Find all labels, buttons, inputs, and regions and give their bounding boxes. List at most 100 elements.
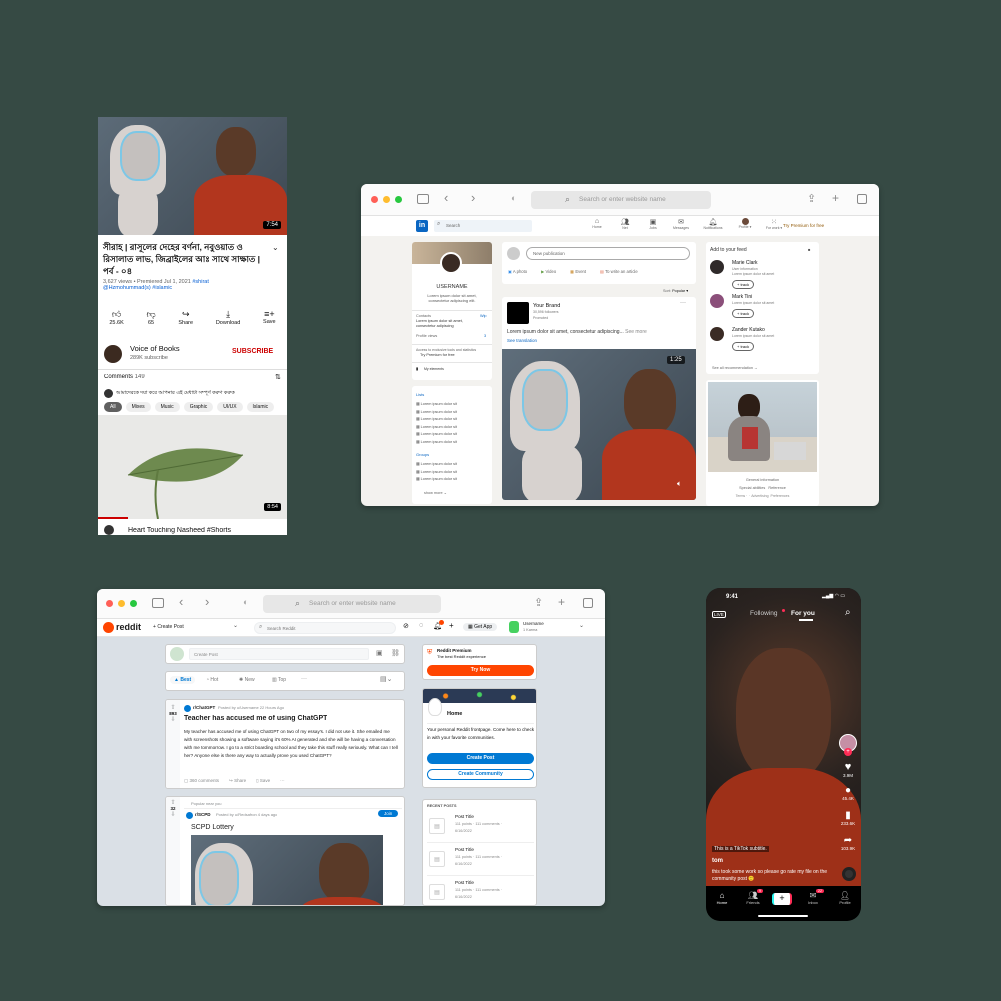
track-button[interactable]: + track [732,280,755,289]
username[interactable]: Username [523,621,544,626]
group-item[interactable]: ▦ Lorem ipsum dolor sit [416,469,457,477]
feed-avatar[interactable] [710,260,724,274]
feed-name[interactable]: Mark Tini [732,294,752,300]
save-button[interactable]: ▮ 233.6K [837,810,859,826]
share-button[interactable]: ➦ 103.9K [837,835,859,851]
share-button[interactable]: ↪ Share [229,778,246,784]
see-all-link[interactable]: See all recommendation → [712,366,758,370]
sidebar-icon[interactable] [417,194,429,204]
list-item[interactable]: ▦ Lorem ipsum dolor sit [416,401,457,409]
group-item[interactable]: ▦ Lorem ipsum dolor sit [416,476,457,484]
profile-username[interactable]: USERNAME [412,284,492,290]
community-name[interactable]: r/SCPD [195,812,211,817]
photo-button[interactable]: ▣ A photo [508,269,527,274]
feed-avatar[interactable] [710,327,724,341]
link-icon[interactable]: ⛓︎ [391,649,400,657]
nav-network[interactable]: 👥︎ Net [616,218,634,230]
chip-uiux[interactable]: UI/UX [217,402,243,412]
tabs-icon[interactable] [857,194,867,204]
contacts-label[interactable]: Contacts [416,314,431,318]
linkedin-logo[interactable]: in [416,220,428,232]
chevron-down-icon[interactable]: ⌄ [579,622,584,629]
close-window-button[interactable] [106,600,113,607]
comments-button[interactable]: ▢ 360 comments [184,778,219,784]
minimize-window-button[interactable] [118,600,125,607]
more-options-icon[interactable]: ··· [680,300,686,306]
address-bar[interactable]: ⌕ Search or enter website name [263,595,441,613]
try-now-button[interactable]: Try Now [427,665,534,676]
list-item[interactable]: ▦ Lorem ipsum dolor sit [416,431,457,439]
article-button[interactable]: ▤ To write an article [600,269,638,274]
user-avatar[interactable] [509,621,519,633]
post-title[interactable]: Teacher has accused me of using ChatGPT [184,715,327,722]
profile-avatar[interactable] [440,252,462,274]
video-button[interactable]: ▶ Video [541,269,556,274]
create-post-input[interactable]: Create Post [189,648,369,660]
creator-username[interactable]: tom [712,858,723,864]
downvote-icon[interactable]: ⇩ [166,716,180,723]
back-icon[interactable]: ‹ [179,594,183,609]
chip-islamic[interactable]: Islamic [246,402,275,412]
new-publication-input[interactable]: New publication [526,247,690,260]
sort-dropdown[interactable]: Sort: Popular ▾ [663,288,688,293]
live-icon[interactable]: LIVE [712,611,726,618]
shield-icon[interactable]: ◐ [511,193,516,203]
more-options-icon[interactable]: ··· [301,676,307,682]
brand-logo[interactable] [507,302,529,324]
reddit-wordmark[interactable]: reddit [116,622,141,632]
reddit-search-input[interactable]: ⌕ Search Reddit [254,622,396,634]
download-button[interactable]: ⤓ Download [216,309,240,326]
post-title[interactable]: SCPD Lottery [191,824,234,831]
close-window-button[interactable] [371,196,378,203]
nav-home[interactable]: ⌂ Home [588,218,606,230]
shield-icon[interactable]: ◐ [243,597,248,607]
video2-thumbnail[interactable]: 8:54 [98,415,287,519]
home-create-post-button[interactable]: Create Post [427,753,534,764]
chip-all[interactable]: All [104,402,122,412]
chevron-down-icon[interactable]: ⌄ [233,622,238,629]
info-icon[interactable]: ■ [808,247,810,252]
upvote-icon[interactable]: ⇧ [166,799,180,806]
sort-best[interactable]: ▲ Best [170,676,196,684]
subscribe-button[interactable]: SUBSCRIBE [232,348,273,355]
list-item[interactable]: ▦ Lorem ipsum dolor sit [416,439,457,447]
save-button[interactable]: ▯ Save [256,778,270,784]
new-tab-icon[interactable]: + [832,191,839,205]
image-icon[interactable]: ▣ [376,649,383,657]
maximize-window-button[interactable] [395,196,402,203]
feed-name[interactable]: Marie Clark [732,260,758,266]
nav-notifications[interactable]: 🔔︎ Notifications [700,218,726,230]
premium-link[interactable]: Try Premium for free [783,223,824,228]
maximize-window-button[interactable] [130,600,137,607]
forward-icon[interactable]: › [205,594,209,609]
nav-messages[interactable]: ✉ Messages [672,218,690,230]
feed-name[interactable]: Zander Kutako [732,327,765,333]
create-button[interactable]: + [772,893,792,905]
see-translation-link[interactable]: See translation [507,338,537,343]
list-item[interactable]: ▦ Lorem ipsum dolor sit [416,424,457,432]
like-button[interactable]: ♥ 3.9M [837,761,859,778]
try-premium-link[interactable]: Try Premium for free [420,353,455,357]
post-image[interactable] [191,835,383,905]
more-options-icon[interactable]: ··· [280,778,285,784]
tab-following[interactable]: Following [750,610,777,617]
footer-general-link[interactable]: General information [706,478,819,482]
volume-icon[interactable]: 🔈︎ [677,479,682,489]
nav-for-work[interactable]: ⁙ For work ▾ [764,218,784,230]
list-item[interactable]: ▦ Lorem ipsum dolor sit [416,409,457,417]
create-post-menu[interactable]: + Create Post [153,624,184,630]
new-tab-icon[interactable]: + [558,595,565,609]
reddit-logo-icon[interactable] [103,622,114,633]
layout-toggle-icon[interactable]: ▤⌄ [380,675,392,683]
see-more-link[interactable]: See more [625,329,647,335]
footer-links-2[interactable]: Terms · · Advertising Preferences [706,494,819,498]
sort-new[interactable]: ✺ New [239,677,255,683]
event-button[interactable]: ▦ Event [570,269,586,274]
sort-top[interactable]: ▥ Top [272,677,286,683]
minimize-window-button[interactable] [383,196,390,203]
nav-jobs[interactable]: ▣ Jobs [644,218,662,230]
community-icon[interactable] [184,705,191,712]
comments-header[interactable]: Comments 149 [104,374,145,380]
feed-avatar[interactable] [710,294,724,308]
plus-icon[interactable]: + [449,621,454,630]
